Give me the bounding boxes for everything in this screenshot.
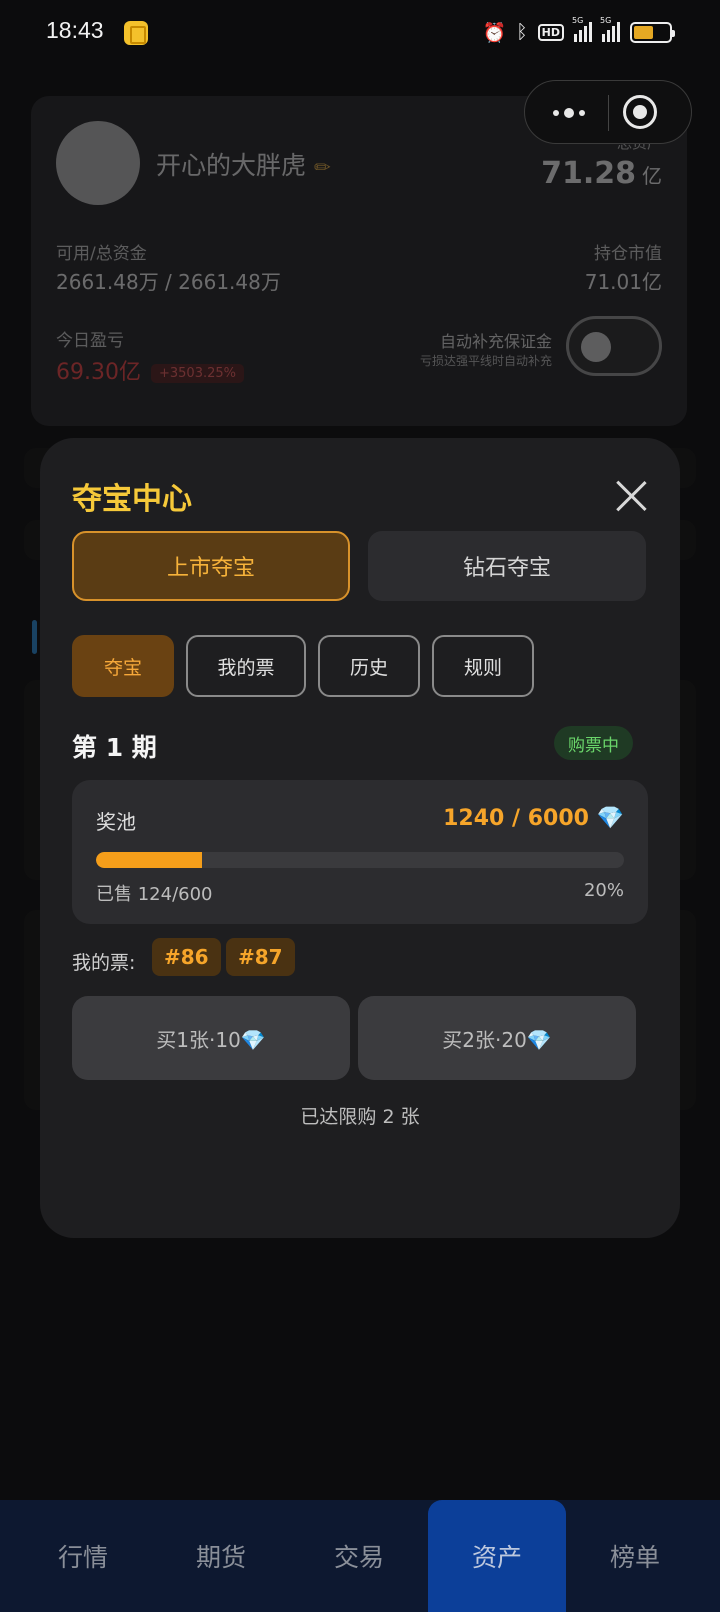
- modal-title: 夺宝中心: [72, 482, 192, 517]
- prize-pool-progress-fill: [96, 852, 202, 868]
- nav-item-assets[interactable]: 资产: [428, 1500, 566, 1612]
- tickets-sold: 已售 124/600: [96, 884, 213, 905]
- chip-rules[interactable]: 规则: [432, 635, 534, 697]
- ticket-badge: #87: [226, 938, 295, 976]
- close-icon[interactable]: [614, 478, 650, 514]
- buy-two-button[interactable]: 买2张·20💎: [358, 996, 636, 1080]
- battery-level: [634, 25, 653, 39]
- chip-treasure[interactable]: 夺宝: [72, 635, 174, 697]
- total-assets-value: 71.28 亿: [541, 156, 662, 191]
- profile-card: 开心的大胖虎✏ 总资产 71.28亿 可用/总资金 2661.48万 / 266…: [31, 96, 687, 426]
- holdings-value: 71.01亿: [584, 270, 662, 294]
- ticket-badge: #86: [152, 938, 221, 976]
- miniprogram-capsule: [524, 80, 692, 144]
- status-time: 18:43: [46, 17, 104, 43]
- username-text: 开心的大胖虎: [156, 151, 307, 180]
- battery-icon: [630, 21, 675, 43]
- nav-item-trade[interactable]: 交易: [290, 1500, 428, 1612]
- today-pnl-value: 69.30亿 +3503.25%: [56, 354, 244, 386]
- holdings-label: 持仓市值: [594, 244, 662, 264]
- username: 开心的大胖虎 ✏: [156, 146, 331, 182]
- my-tickets-label: 我的票:: [72, 952, 136, 974]
- chip-my-tickets[interactable]: 我的票: [186, 635, 306, 697]
- available-funds-value: 2661.48万 / 2661.48万: [56, 270, 281, 294]
- status-bar: 18:43 ⏰ ᛒ HD 5G 5G: [0, 0, 720, 64]
- toggle-knob: [581, 332, 611, 362]
- buy-one-button[interactable]: 买1张·10💎: [72, 996, 350, 1080]
- prize-pool-label: 奖池: [96, 810, 136, 834]
- network-type-label: 5G: [572, 16, 584, 25]
- today-pnl-label: 今日盈亏: [56, 331, 124, 351]
- today-pnl-amount: 69.30亿: [56, 360, 141, 385]
- progress-percent: 20%: [583, 880, 624, 901]
- today-pnl-percent: +3503.25%: [150, 363, 244, 383]
- tab-listing-treasure[interactable]: 上市夺宝: [72, 531, 350, 601]
- prize-pool-value: 1240 / 6000 💎: [443, 806, 624, 831]
- bluetooth-icon: ᛒ: [516, 21, 528, 43]
- treasure-modal: 夺宝中心 上市夺宝 钻石夺宝 夺宝 我的票 历史 规则 第 1 期 购票中 奖池…: [40, 438, 680, 1238]
- total-assets-unit: 亿: [642, 164, 662, 188]
- tab-diamond-treasure[interactable]: 钻石夺宝: [368, 531, 646, 601]
- period-title: 第 1 期: [72, 733, 157, 762]
- capsule-divider: [608, 95, 609, 131]
- prize-pool-card: 奖池 1240 / 6000 💎 已售 124/600 20%: [72, 780, 648, 924]
- app-notification-icon: [124, 21, 148, 45]
- close-miniprogram-icon[interactable]: [623, 95, 657, 129]
- status-badge: 购票中: [554, 726, 633, 760]
- nav-item-market[interactable]: 行情: [14, 1500, 152, 1612]
- section-indicator: [32, 620, 37, 654]
- chip-history[interactable]: 历史: [318, 635, 420, 697]
- network-type-label: 5G: [600, 16, 612, 25]
- hd-voice-icon: HD: [537, 23, 564, 41]
- signal-5g-icon: 5G: [572, 16, 592, 42]
- more-options-icon[interactable]: [543, 99, 595, 127]
- signal-5g-icon: 5G: [600, 16, 620, 42]
- auto-margin-label: 自动补充保证金: [439, 332, 552, 351]
- nav-item-futures[interactable]: 期货: [152, 1500, 290, 1612]
- available-funds-label: 可用/总资金: [56, 244, 147, 264]
- avatar[interactable]: [56, 121, 140, 205]
- total-assets-number: 71.28: [541, 156, 636, 191]
- edit-pencil-icon[interactable]: ✏: [314, 155, 331, 179]
- alarm-icon: ⏰: [482, 21, 507, 44]
- nav-item-ranking[interactable]: 榜单: [566, 1500, 704, 1612]
- auto-margin-toggle[interactable]: [566, 316, 662, 376]
- purchase-limit-note: 已达限购 2 张: [300, 1106, 420, 1128]
- status-icons: ⏰ ᛒ HD 5G 5G: [482, 16, 675, 46]
- prize-pool-progress: [96, 852, 624, 868]
- screen: 18:43 ⏰ ᛒ HD 5G 5G 开心的大胖虎✏ 总资产 71.28亿: [0, 0, 720, 1612]
- bottom-nav: 行情 期货 交易 资产 榜单: [0, 1500, 720, 1612]
- auto-margin-sublabel: 亏损达强平线时自动补充: [419, 354, 552, 368]
